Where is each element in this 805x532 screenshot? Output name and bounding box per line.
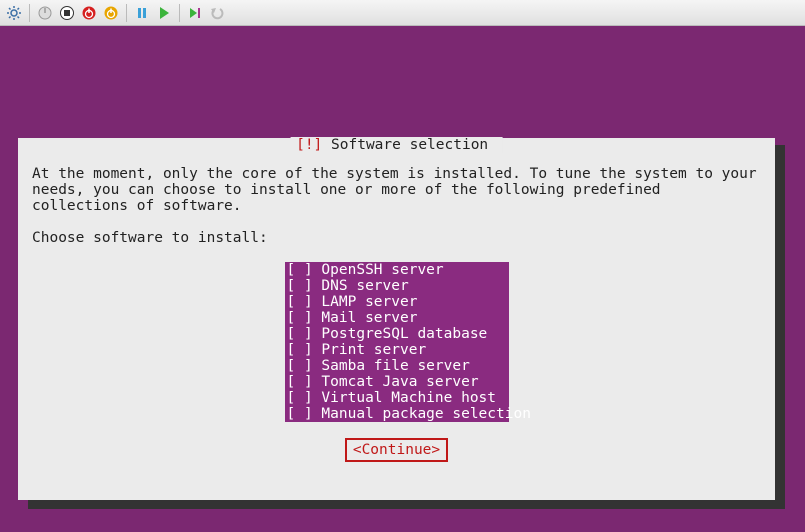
option-manual-package-selection[interactable]: [ ] Manual package selection [285,406,509,422]
vm-toolbar [0,0,805,26]
option-dns-server[interactable]: [ ] DNS server [285,278,509,294]
toolbar-separator [179,4,180,22]
pause-icon[interactable] [132,3,152,23]
continue-button[interactable]: <Continue> [345,438,448,462]
power-gray-icon[interactable] [35,3,55,23]
option-mail-server[interactable]: [ ] Mail server [285,310,509,326]
continue-wrap: <Continue> [32,438,761,462]
play-ext-icon[interactable] [185,3,205,23]
toolbar-separator [29,4,30,22]
dialog-title: [!] Software selection [290,137,503,153]
option-print-server[interactable]: [ ] Print server [285,342,509,358]
dialog-intro-text: At the moment, only the core of the syst… [32,166,761,214]
dialog-title-text: Software selection [322,137,497,153]
settings-icon[interactable] [4,3,24,23]
option-postgresql-database[interactable]: [ ] PostgreSQL database [285,326,509,342]
stop-icon[interactable] [57,3,77,23]
dialog-body: At the moment, only the core of the syst… [18,138,775,462]
option-tomcat-java-server[interactable]: [ ] Tomcat Java server [285,374,509,390]
toolbar-separator [126,4,127,22]
undo-icon[interactable] [207,3,227,23]
dialog-prompt-text: Choose software to install: [32,230,761,246]
dialog-title-bang: [!] [296,137,322,153]
software-options-list: [ ] OpenSSH server [ ] DNS server [ ] LA… [285,262,509,422]
option-virtual-machine-host[interactable]: [ ] Virtual Machine host [285,390,509,406]
installer-background: [!] Software selection At the moment, on… [0,26,805,532]
option-samba-file-server[interactable]: [ ] Samba file server [285,358,509,374]
power-yellow-icon[interactable] [101,3,121,23]
play-icon[interactable] [154,3,174,23]
option-openssh-server[interactable]: [ ] OpenSSH server [285,262,509,278]
power-red-icon[interactable] [79,3,99,23]
option-lamp-server[interactable]: [ ] LAMP server [285,294,509,310]
software-selection-dialog: [!] Software selection At the moment, on… [18,138,775,500]
